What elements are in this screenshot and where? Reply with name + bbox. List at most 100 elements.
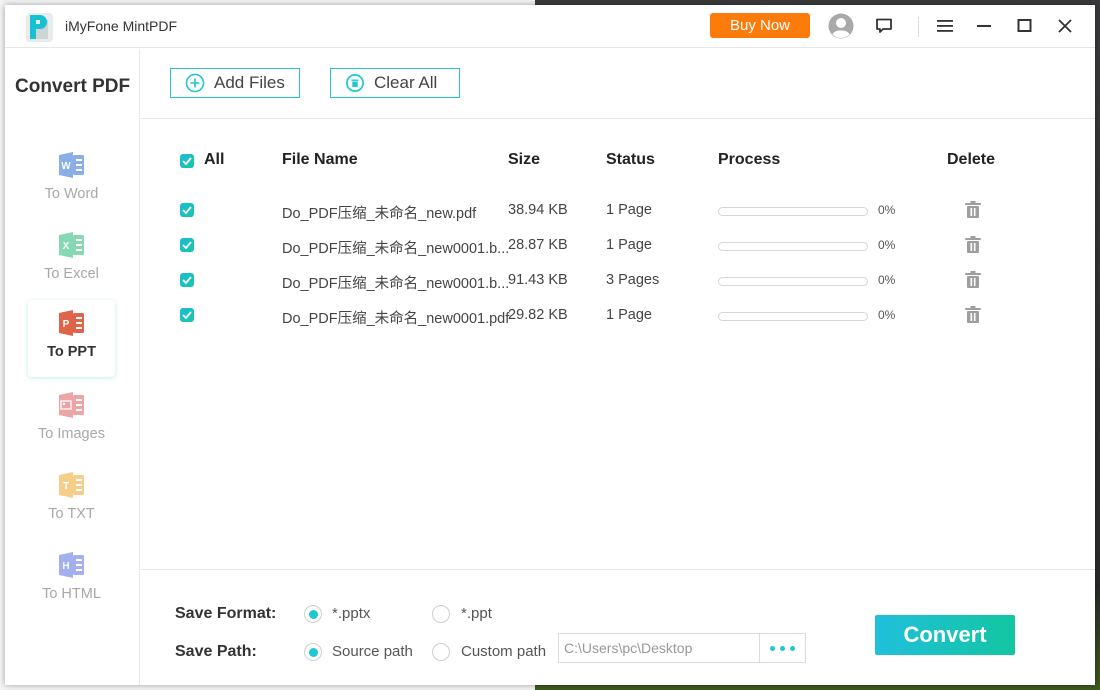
file-name-cell: Do_PDF压缩_未命名_new0001.b... [282, 241, 510, 257]
progress-bar [718, 312, 868, 321]
html-icon: H [58, 552, 84, 578]
progress-percent: 0% [878, 238, 896, 252]
save-path-label: Save Path: [175, 643, 257, 660]
app-title: iMyFone MintPDF [65, 18, 178, 34]
check-icon [182, 276, 192, 284]
file-table: All File Name Size Status Process Delete… [141, 120, 1095, 570]
file-status-cell: 1 Page [606, 202, 652, 218]
custom-path-field [558, 633, 806, 663]
check-icon [182, 206, 192, 214]
header-file-name: File Name [282, 151, 358, 168]
custom-path-label: Custom path [461, 643, 547, 660]
ppt-icon: P [58, 310, 84, 336]
table-row: Do_PDF压缩_未命名_new0001.b... 91.43 KB 3 Pages… [141, 270, 1095, 307]
sidebar-item-label: To TXT [48, 506, 95, 522]
svg-text:X: X [62, 241, 69, 252]
sidebar-item-to-txt[interactable]: T To TXT [28, 462, 115, 534]
custom-path-input[interactable] [559, 634, 759, 662]
word-icon: W [58, 152, 84, 178]
header-size: Size [508, 151, 541, 168]
select-all-checkbox[interactable] [180, 154, 194, 168]
excel-icon: X [58, 232, 84, 258]
table-row: Do_PDF压缩_未命名_new.pdf 38.94 KB 1 Page 0% [141, 200, 1095, 237]
table-row: Do_PDF压缩_未命名_new0001.b... 28.87 KB 1 Page 0… [141, 235, 1095, 272]
source-path-radio[interactable] [304, 643, 322, 661]
sidebar-item-to-html[interactable]: H To HTML [28, 542, 115, 614]
add-files-label: Add Files [214, 73, 285, 92]
add-files-button[interactable]: Add Files [170, 68, 300, 98]
sidebar-item-label: To Excel [44, 266, 99, 282]
app-logo-icon [26, 13, 53, 42]
file-size-cell: 29.82 KB [508, 307, 568, 323]
app-window: iMyFone MintPDF Buy Now Convert PDF W To… [5, 5, 1095, 685]
clear-all-button[interactable]: Clear All [330, 68, 460, 98]
buy-now-button[interactable]: Buy Now [710, 13, 810, 38]
file-size-cell: 91.43 KB [508, 272, 568, 288]
more-dot-icon [780, 645, 785, 651]
clear-all-label: Clear All [374, 73, 438, 92]
account-icon[interactable] [828, 13, 854, 39]
trash-circle-icon [346, 74, 364, 92]
file-name-cell: Do_PDF压缩_未命名_new.pdf [282, 206, 477, 222]
sidebar-title: Convert PDF [15, 76, 131, 97]
sidebar: Convert PDF W To Word X To Excel P To PP… [5, 49, 140, 685]
save-options-panel: Save Format: *.pptx *.ppt Save Path: Sou… [141, 569, 1095, 685]
sidebar-item-to-excel[interactable]: X To Excel [28, 222, 115, 294]
delete-file-icon[interactable] [964, 200, 982, 220]
row-checkbox[interactable] [180, 203, 194, 217]
row-checkbox[interactable] [180, 308, 194, 322]
feedback-icon[interactable] [871, 13, 897, 39]
svg-text:P: P [62, 319, 69, 330]
browse-path-button[interactable] [759, 634, 805, 662]
header-all: All [204, 151, 225, 168]
progress-percent: 0% [878, 308, 896, 322]
sidebar-item-label: To Word [44, 186, 99, 202]
check-icon [182, 157, 192, 165]
format-ppt-label: *.ppt [461, 605, 492, 622]
title-separator [918, 17, 919, 37]
header-delete: Delete [947, 151, 996, 168]
source-path-label: Source path [332, 643, 413, 660]
file-size-cell: 28.87 KB [508, 237, 568, 253]
close-icon[interactable] [1052, 13, 1078, 39]
file-status-cell: 1 Page [606, 307, 652, 323]
menu-icon[interactable] [932, 13, 958, 39]
txt-icon: T [58, 472, 84, 498]
progress-bar [718, 207, 868, 216]
svg-text:T: T [62, 481, 68, 492]
file-size-cell: 38.94 KB [508, 202, 568, 218]
more-dot-icon [790, 645, 795, 651]
sidebar-item-label: To PPT [47, 344, 96, 360]
delete-file-icon[interactable] [964, 270, 982, 290]
title-bar: iMyFone MintPDF Buy Now [5, 5, 1095, 48]
check-icon [182, 241, 192, 249]
sidebar-item-to-images[interactable]: To Images [28, 382, 115, 454]
format-pptx-radio[interactable] [304, 605, 322, 623]
file-name-cell: Do_PDF压缩_未命名_new0001.pdf [282, 311, 510, 327]
file-name-cell: Do_PDF压缩_未命名_new0001.b... [282, 276, 510, 292]
svg-text:W: W [61, 161, 71, 172]
header-status: Status [606, 151, 655, 168]
save-format-label: Save Format: [175, 605, 277, 622]
table-row: Do_PDF压缩_未命名_new0001.pdf 29.82 KB 1 Page 0% [141, 305, 1095, 342]
more-dot-icon [770, 645, 775, 651]
delete-file-icon[interactable] [964, 305, 982, 325]
custom-path-radio[interactable] [432, 643, 450, 661]
convert-button[interactable]: Convert [875, 615, 1015, 655]
sidebar-item-to-ppt[interactable]: P To PPT [28, 300, 115, 377]
images-icon [58, 392, 84, 418]
format-ppt-radio[interactable] [432, 605, 450, 623]
sidebar-item-label: To HTML [42, 586, 101, 602]
radio-dot [308, 647, 318, 657]
svg-text:H: H [62, 561, 69, 572]
maximize-icon[interactable] [1012, 13, 1038, 39]
progress-percent: 0% [878, 273, 896, 287]
delete-file-icon[interactable] [964, 235, 982, 255]
minimize-icon[interactable] [972, 13, 998, 39]
row-checkbox[interactable] [180, 273, 194, 287]
progress-percent: 0% [878, 203, 896, 217]
progress-bar [718, 242, 868, 251]
sidebar-item-to-word[interactable]: W To Word [28, 142, 115, 214]
row-checkbox[interactable] [180, 238, 194, 252]
file-status-cell: 3 Pages [606, 272, 660, 288]
